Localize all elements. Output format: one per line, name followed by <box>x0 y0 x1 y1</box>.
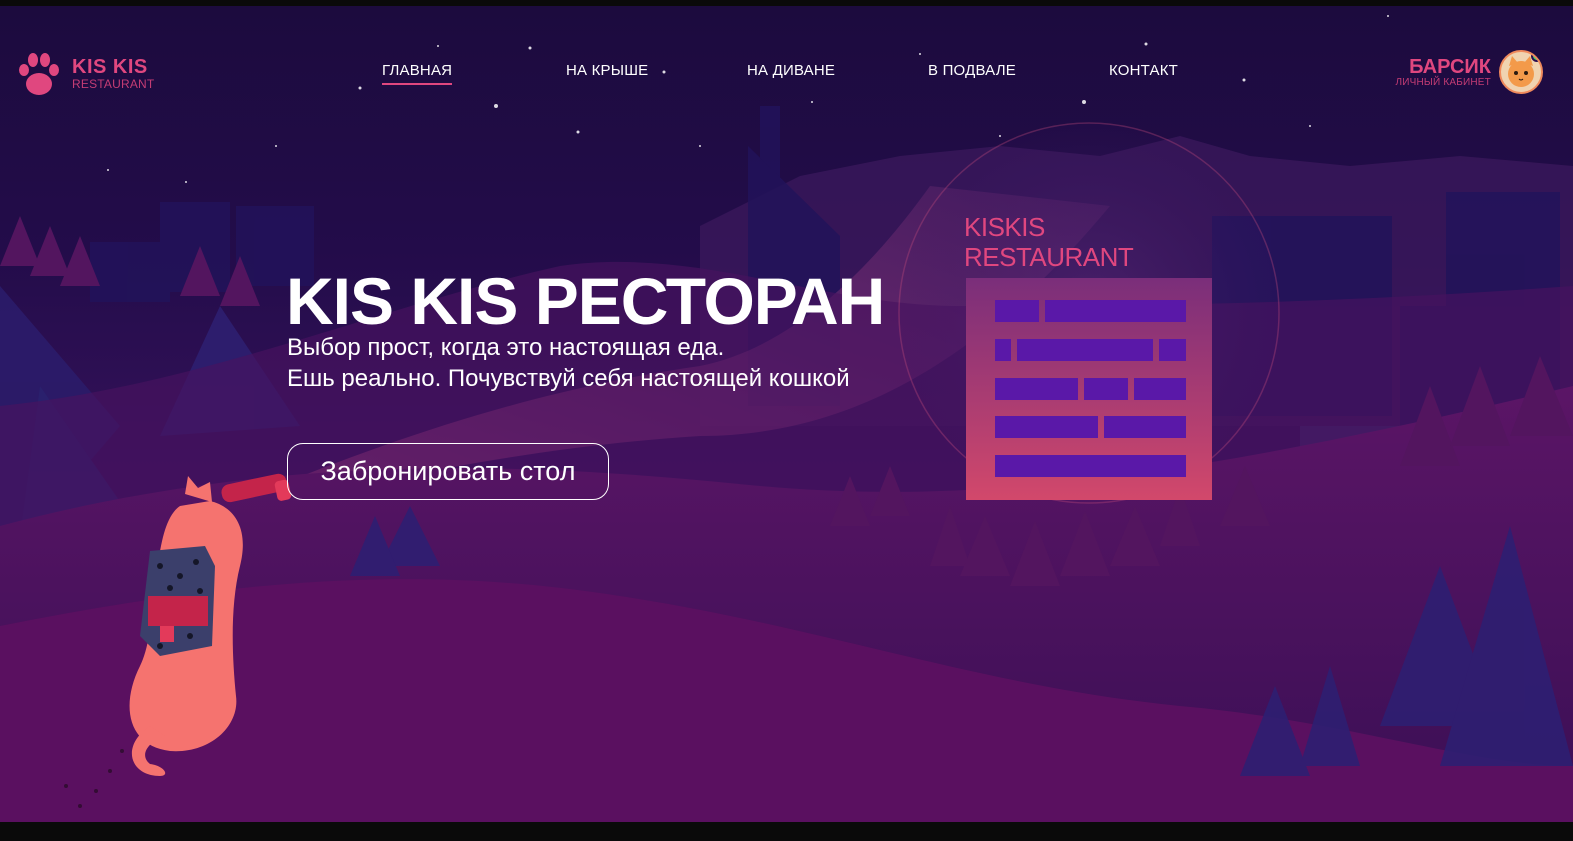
user-name: БАРСИК <box>1409 55 1491 78</box>
online-status-icon <box>1531 52 1541 62</box>
hero-tagline-1: Выбор прост, когда это настоящая еда. <box>287 334 725 361</box>
nav-item-basement[interactable]: В ПОДВАЛЕ <box>928 62 1016 79</box>
nav-item-home[interactable]: ГЛАВНАЯ <box>382 62 453 85</box>
circle-title-line-1: KISKIS <box>964 212 1045 242</box>
user-account-label: ЛИЧНЫЙ КАБИНЕТ <box>1395 76 1491 88</box>
circle-restaurant-title: KISKIS RESTAURANT <box>964 212 1134 272</box>
night-landscape <box>0 15 1573 822</box>
nav-item-contact[interactable]: КОНТАКТ <box>1109 62 1178 79</box>
hero-section: KIS KIS RESTAURANT ГЛАВНАЯ НА КРЫШЕ НА Д… <box>0 6 1573 822</box>
user-account[interactable]: БАРСИК ЛИЧНЫЙ КАБИНЕТ <box>1395 50 1543 94</box>
hero-tagline-2: Ешь реально. Почувствуй себя настоящей к… <box>287 365 850 392</box>
book-table-button[interactable]: Забронировать стол <box>287 443 609 500</box>
restaurant-building-illustration <box>966 278 1212 500</box>
avatar[interactable] <box>1499 50 1543 94</box>
nav-item-sofa[interactable]: НА ДИВАНЕ <box>747 62 835 79</box>
nav-item-roof[interactable]: НА КРЫШЕ <box>566 62 648 79</box>
circle-title-line-2: RESTAURANT <box>964 242 1134 272</box>
hero-title: KIS KIS РЕСТОРАН <box>286 264 885 338</box>
main-nav: ГЛАВНАЯ НА КРЫШЕ НА ДИВАНЕ В ПОДВАЛЕ КОН… <box>0 62 1573 86</box>
